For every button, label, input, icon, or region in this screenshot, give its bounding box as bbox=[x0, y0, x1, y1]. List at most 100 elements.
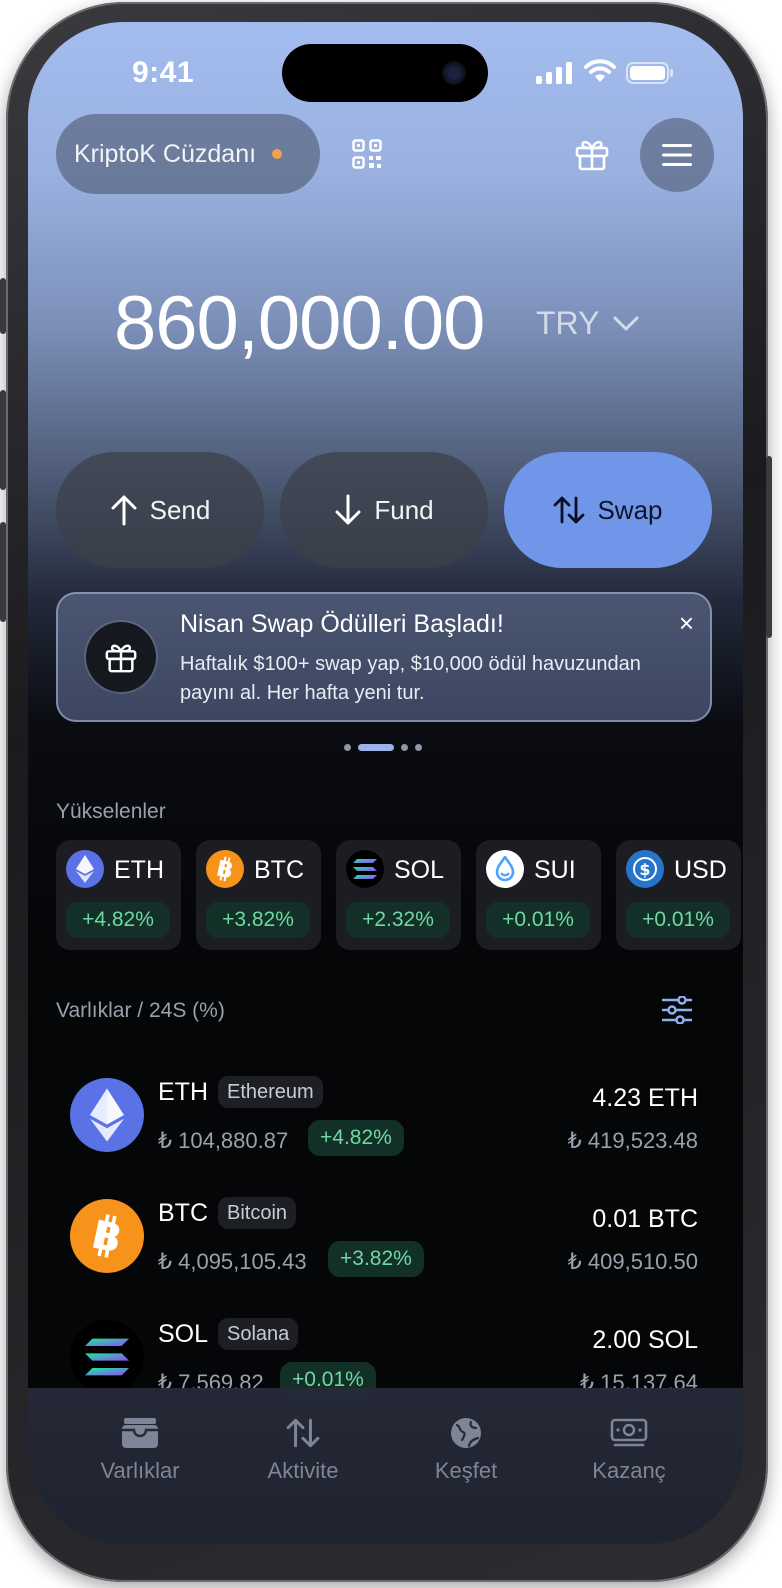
mover-symbol: BTC bbox=[254, 856, 304, 884]
asset-symbol: SOL bbox=[158, 1320, 209, 1348]
mover-symbol: SUI bbox=[534, 856, 576, 884]
asset-name-badge: Bitcoin bbox=[218, 1197, 297, 1229]
carousel-dot[interactable] bbox=[344, 744, 351, 751]
movers-title: Yükselenler bbox=[56, 800, 166, 823]
asset-price: ₺ 4,095,105.43 bbox=[158, 1249, 307, 1274]
camera-icon bbox=[442, 61, 466, 85]
asset-row-eth[interactable]: ETH Ethereum ₺ 104,880.87 +4.82% 4.23 ET… bbox=[68, 1076, 698, 1178]
asset-quantity: 2.00 SOL bbox=[592, 1326, 698, 1354]
asset-quantity: 0.01 BTC bbox=[592, 1205, 698, 1233]
banner-body: Haftalık $100+ swap yap, $10,000 ödül ha… bbox=[180, 653, 641, 704]
fund-label: Fund bbox=[374, 494, 434, 525]
svg-text:$: $ bbox=[639, 860, 650, 879]
volume-up-button bbox=[0, 390, 6, 490]
asset-name-badge: Ethereum bbox=[218, 1076, 323, 1108]
carousel-dot[interactable] bbox=[401, 744, 408, 751]
asset-price: ₺ 104,880.87 bbox=[158, 1128, 289, 1153]
mover-symbol: USD bbox=[674, 856, 727, 884]
money-icon bbox=[610, 1418, 648, 1447]
mover-card-eth[interactable]: ETH +4.82% bbox=[56, 840, 181, 950]
sui-icon bbox=[486, 850, 524, 888]
banner-gift-badge bbox=[86, 622, 156, 692]
gift-icon[interactable] bbox=[574, 136, 610, 172]
volume-down-button bbox=[0, 522, 6, 622]
mover-card-btc[interactable]: B BTC +3.82% bbox=[196, 840, 321, 950]
dynamic-island bbox=[282, 44, 488, 102]
wifi-icon bbox=[584, 59, 616, 82]
asset-symbol: ETH bbox=[158, 1078, 208, 1106]
ethereum-icon bbox=[70, 1078, 144, 1152]
mover-card-usd[interactable]: $ USD +0.01% bbox=[616, 840, 741, 950]
ethereum-icon bbox=[66, 850, 104, 888]
swap-arrows-icon bbox=[286, 1418, 320, 1448]
asset-value: ₺ 409,510.50 bbox=[567, 1249, 698, 1274]
mover-change: +3.82% bbox=[206, 902, 310, 938]
bitcoin-icon: B bbox=[70, 1199, 144, 1273]
wallet-icon bbox=[122, 1418, 158, 1448]
qr-code-icon[interactable] bbox=[352, 139, 382, 169]
asset-change: +3.82% bbox=[328, 1241, 424, 1277]
carousel-indicator bbox=[344, 744, 422, 751]
gift-icon bbox=[105, 644, 137, 673]
app-screen: 9:41 KriptoK Cüzdanı 860,000.00 TRY Send… bbox=[28, 22, 743, 1544]
tab-label: Keşfet bbox=[434, 1458, 498, 1483]
send-button[interactable]: Send bbox=[56, 452, 264, 568]
mover-change: +0.01% bbox=[626, 902, 730, 938]
wallet-name: KriptoK Cüzdanı bbox=[74, 139, 257, 168]
tab-label: Kazanç bbox=[592, 1458, 666, 1483]
mover-change: +4.82% bbox=[66, 902, 170, 938]
swap-button[interactable]: Swap bbox=[504, 452, 712, 568]
usdc-icon: $ bbox=[626, 850, 664, 888]
chevron-down-icon bbox=[613, 316, 639, 330]
wallet-selector[interactable]: KriptoK Cüzdanı bbox=[56, 114, 320, 194]
currency-label: TRY bbox=[536, 305, 600, 341]
mover-card-sol[interactable]: SOL +2.32% bbox=[336, 840, 461, 950]
promo-banner[interactable]: Nisan Swap Ödülleri Başladı! Haftalık $1… bbox=[56, 592, 712, 722]
power-button bbox=[766, 456, 772, 638]
tab-label: Varlıklar bbox=[100, 1458, 180, 1483]
arrow-up-icon bbox=[111, 495, 137, 526]
globe-icon bbox=[451, 1418, 481, 1448]
asset-symbol: BTC bbox=[158, 1199, 208, 1227]
fund-button[interactable]: Fund bbox=[280, 452, 488, 568]
cellular-signal-icon bbox=[536, 62, 572, 84]
carousel-dot[interactable] bbox=[415, 744, 422, 751]
solana-icon bbox=[70, 1320, 144, 1394]
solana-icon bbox=[346, 850, 384, 888]
tab-varliklar[interactable]: Varlıklar bbox=[70, 1416, 210, 1484]
silent-switch bbox=[0, 278, 6, 334]
bitcoin-icon: B bbox=[206, 850, 244, 888]
menu-button[interactable] bbox=[640, 118, 714, 192]
tab-kesfet[interactable]: Keşfet bbox=[396, 1416, 536, 1484]
asset-row-btc[interactable]: B BTC Bitcoin ₺ 4,095,105.43 +3.82% 0.01… bbox=[68, 1197, 698, 1299]
close-icon[interactable]: × bbox=[679, 608, 694, 639]
tab-kazanc[interactable]: Kazanç bbox=[559, 1416, 699, 1484]
movers-list: ETH +4.82% B BTC +3.82% SOL +2.32% SUI +… bbox=[56, 840, 741, 950]
tab-aktivite[interactable]: Aktivite bbox=[233, 1416, 373, 1484]
carousel-dot-active[interactable] bbox=[358, 744, 394, 751]
assets-title: Varlıklar / 24S (%) bbox=[56, 999, 225, 1022]
asset-change: +4.82% bbox=[308, 1120, 404, 1156]
mover-card-sui[interactable]: SUI +0.01% bbox=[476, 840, 601, 950]
mover-symbol: ETH bbox=[114, 856, 164, 884]
filter-sliders-icon[interactable] bbox=[662, 996, 692, 1024]
arrow-down-icon bbox=[335, 494, 361, 525]
swap-label: Swap bbox=[597, 494, 663, 525]
banner-title: Nisan Swap Ödülleri Başladı! bbox=[180, 610, 504, 638]
tab-label: Aktivite bbox=[267, 1458, 339, 1483]
battery-icon bbox=[626, 62, 673, 84]
mover-change: +2.32% bbox=[346, 902, 450, 938]
asset-quantity: 4.23 ETH bbox=[592, 1084, 698, 1112]
mover-change: +0.01% bbox=[486, 902, 590, 938]
menu-icon bbox=[662, 144, 692, 166]
mover-symbol: SOL bbox=[394, 856, 445, 884]
asset-name-badge: Solana bbox=[218, 1318, 299, 1350]
total-balance: 860,000.00 bbox=[114, 281, 485, 366]
bottom-tab-bar: Varlıklar Aktivite Keşfet Kazanç bbox=[28, 1388, 743, 1544]
wallet-status-dot bbox=[272, 149, 283, 159]
asset-value: ₺ 419,523.48 bbox=[567, 1128, 698, 1153]
swap-arrows-icon bbox=[554, 496, 585, 524]
send-label: Send bbox=[149, 494, 211, 525]
status-time: 9:41 bbox=[132, 56, 195, 89]
currency-selector[interactable]: TRY bbox=[536, 305, 639, 342]
